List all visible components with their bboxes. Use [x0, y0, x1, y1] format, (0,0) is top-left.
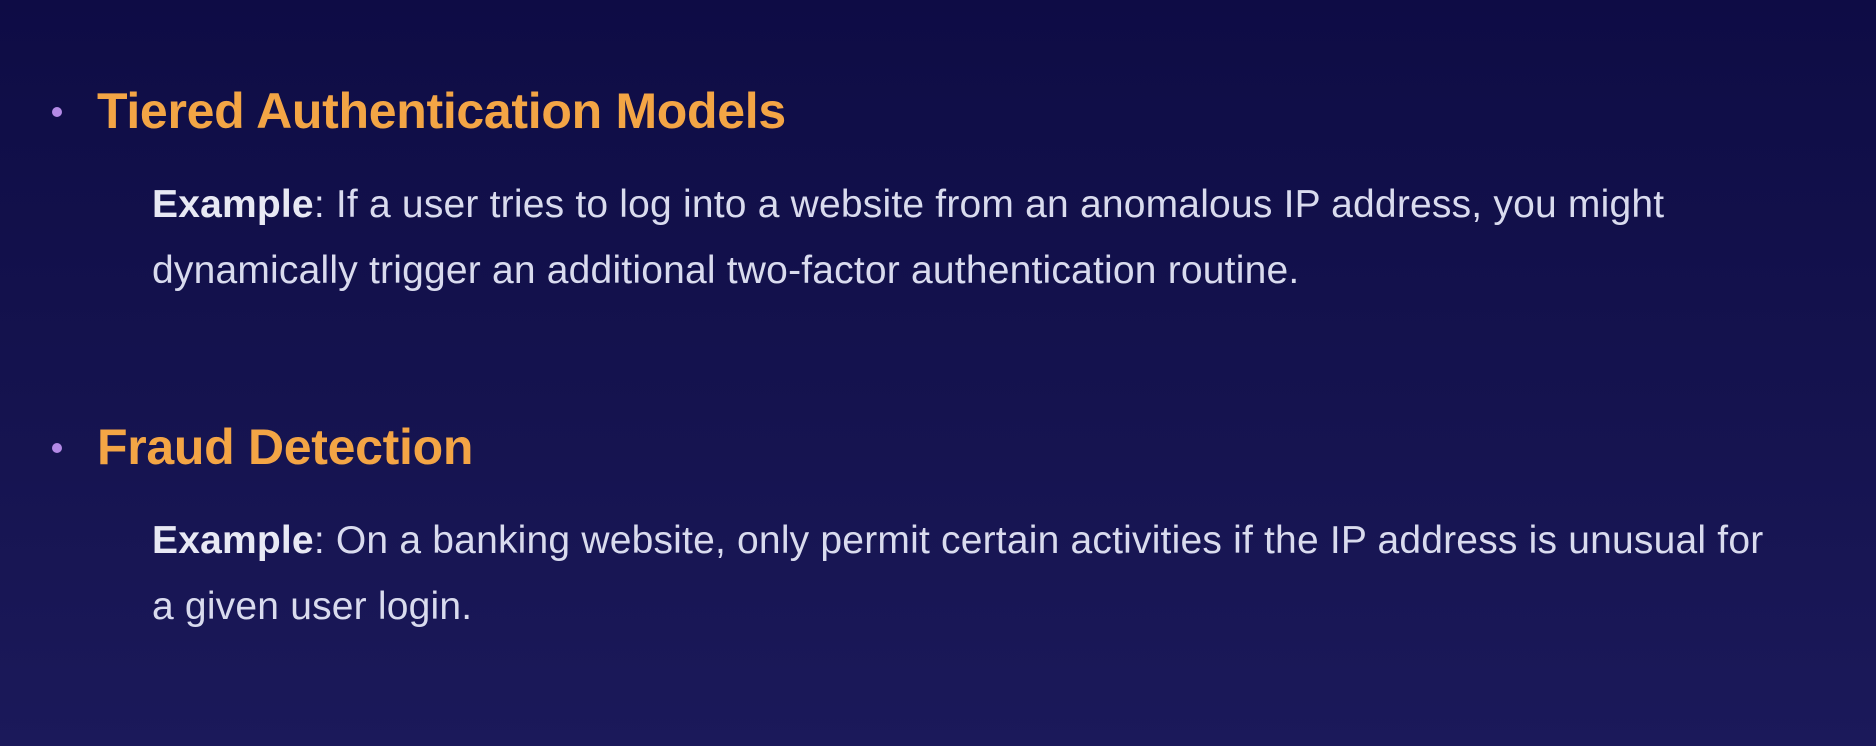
- item-heading: Fraud Detection: [97, 419, 474, 475]
- example-label: Example: [152, 183, 314, 226]
- example-text: : On a banking website, only permit cert…: [152, 519, 1764, 628]
- example-paragraph: Example: On a banking website, only perm…: [152, 508, 1792, 640]
- example-label: Example: [152, 519, 314, 562]
- slide: Tiered Authentication Models Example: If…: [0, 0, 1876, 746]
- item-heading: Tiered Authentication Models: [97, 83, 786, 139]
- example-text: : If a user tries to log into a website …: [152, 183, 1665, 292]
- bullet-dot-icon: [52, 107, 62, 117]
- example-paragraph: Example: If a user tries to log into a w…: [152, 172, 1792, 304]
- bullet-dot-icon: [52, 443, 62, 453]
